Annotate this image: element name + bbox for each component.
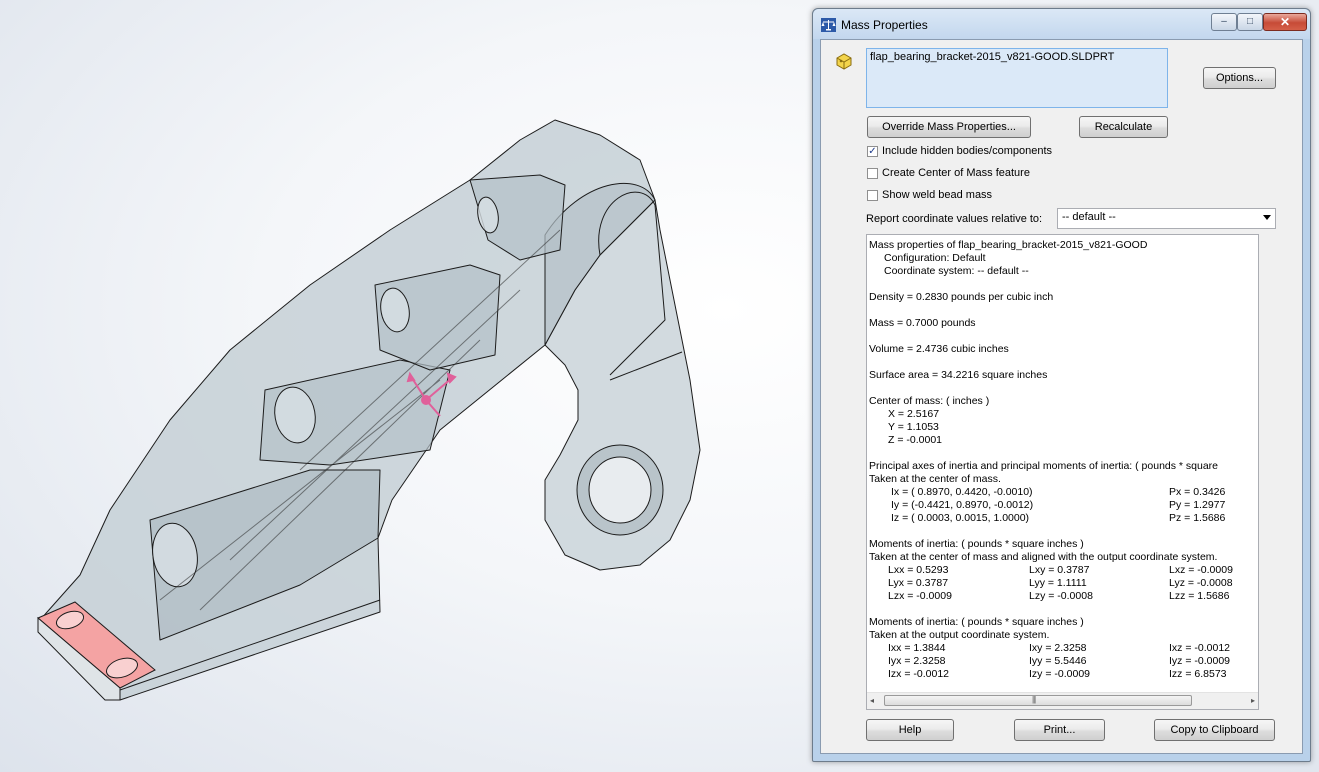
results-iyx: Iyx = 2.3258	[888, 655, 946, 667]
results-lzz: Lzz = 1.5686	[1169, 590, 1230, 602]
results-lxx: Lxx = 0.5293	[888, 564, 949, 576]
include-hidden-label[interactable]: Include hidden bodies/components	[882, 145, 1052, 157]
results-moi-row-2: Lyx = 0.3787 Lyy = 1.1111 Lyz = -0.0008	[869, 577, 1257, 590]
results-principal-row-y: Iy = (-0.4421, 0.8970, -0.0012) Py = 1.2…	[869, 499, 1257, 512]
results-moi2-sub: Taken at the output coordinate system.	[869, 629, 1050, 641]
results-lyz: Lyz = -0.0008	[1169, 577, 1233, 589]
chevron-down-icon[interactable]	[1263, 215, 1271, 220]
results-principal-title: Principal axes of inertia and principal …	[869, 460, 1219, 472]
horizontal-scrollbar[interactable]: ◂ ||| ▸	[867, 692, 1258, 709]
results-ixx: Ixx = 1.3844	[888, 642, 946, 654]
minimize-button[interactable]: –	[1211, 13, 1237, 31]
results-lyy: Lyy = 1.1111	[1029, 577, 1087, 589]
override-mass-properties-button[interactable]: Override Mass Properties...	[867, 116, 1031, 138]
recalculate-button[interactable]: Recalculate	[1079, 116, 1168, 138]
coordinate-system-value: -- default --	[1062, 211, 1116, 223]
scale-icon	[821, 18, 836, 32]
results-text: Mass properties of flap_bearing_bracket-…	[869, 239, 1257, 694]
results-ixz: Ixz = -0.0012	[1169, 642, 1230, 654]
results-izx: Izx = -0.0012	[888, 668, 949, 680]
mass-properties-dialog: Mass Properties – □ ✕ flap_bearing_brack…	[812, 8, 1311, 762]
results-moi-row-3: Lzx = -0.0009 Lzy = -0.0008 Lzz = 1.5686	[869, 590, 1257, 603]
results-header: Mass properties of flap_bearing_bracket-…	[869, 239, 1148, 251]
results-mass: Mass = 0.7000 pounds	[869, 317, 976, 329]
results-lzy: Lzy = -0.0008	[1029, 590, 1093, 602]
options-button[interactable]: Options...	[1203, 67, 1276, 89]
create-com-label[interactable]: Create Center of Mass feature	[882, 167, 1030, 179]
dialog-client-area: flap_bearing_bracket-2015_v821-GOOD.SLDP…	[820, 39, 1303, 754]
results-py: Py = 1.2977	[1169, 499, 1226, 511]
results-moi-row-1: Lxx = 0.5293 Lxy = 0.3787 Lxz = -0.0009	[869, 564, 1257, 577]
results-px: Px = 0.3426	[1169, 486, 1226, 498]
results-volume: Volume = 2.4736 cubic inches	[869, 343, 1009, 355]
results-com-x: X = 2.5167	[888, 408, 940, 420]
dialog-title: Mass Properties	[841, 18, 928, 32]
maximize-button[interactable]: □	[1237, 13, 1263, 31]
dialog-titlebar[interactable]: Mass Properties – □ ✕	[813, 9, 1310, 39]
results-iy: Iy = (-0.4421, 0.8970, -0.0012)	[891, 499, 1034, 511]
copy-to-clipboard-button[interactable]: Copy to Clipboard	[1154, 719, 1275, 741]
help-button[interactable]: Help	[866, 719, 954, 741]
results-moi2-row-2: Iyx = 2.3258 Iyy = 5.5446 Iyz = -0.0009	[869, 655, 1257, 668]
include-hidden-checkbox[interactable]: ✓	[867, 146, 878, 157]
results-iyy: Iyy = 5.5446	[1029, 655, 1087, 667]
results-principal-row-x: Ix = ( 0.8970, 0.4420, -0.0010) Px = 0.3…	[869, 486, 1257, 499]
results-moi2-title: Moments of inertia: ( pounds * square in…	[869, 616, 1084, 628]
results-configuration: Configuration: Default	[884, 252, 986, 264]
results-principal-row-z: Iz = ( 0.0003, 0.0015, 1.0000) Pz = 1.56…	[869, 512, 1257, 525]
results-moi-title: Moments of inertia: ( pounds * square in…	[869, 538, 1084, 550]
mass-properties-results[interactable]: Mass properties of flap_bearing_bracket-…	[866, 234, 1259, 710]
results-com-title: Center of mass: ( inches )	[869, 395, 990, 407]
bracket-part-model[interactable]	[0, 0, 812, 772]
results-coordinate-system: Coordinate system: -- default --	[884, 265, 1029, 277]
coordinate-system-label: Report coordinate values relative to:	[866, 213, 1043, 225]
results-lxy: Lxy = 0.3787	[1029, 564, 1090, 576]
results-principal-sub: Taken at the center of mass.	[869, 473, 1001, 485]
results-ix: Ix = ( 0.8970, 0.4420, -0.0010)	[891, 486, 1033, 498]
scrollbar-grip-icon: |||	[1032, 695, 1036, 704]
selected-items-list[interactable]: flap_bearing_bracket-2015_v821-GOOD.SLDP…	[866, 48, 1168, 108]
selected-file-name[interactable]: flap_bearing_bracket-2015_v821-GOOD.SLDP…	[870, 51, 1114, 63]
results-izz: Izz = 6.8573	[1169, 668, 1227, 680]
create-com-checkbox[interactable]	[867, 168, 878, 179]
results-iyz: Iyz = -0.0009	[1169, 655, 1230, 667]
results-moi2-row-3: Izx = -0.0012 Izy = -0.0009 Izz = 6.8573	[869, 668, 1257, 681]
results-side-strip	[1259, 234, 1276, 710]
show-weld-checkbox[interactable]	[867, 190, 878, 201]
print-button[interactable]: Print...	[1014, 719, 1105, 741]
show-weld-label[interactable]: Show weld bead mass	[882, 189, 992, 201]
results-density: Density = 0.2830 pounds per cubic inch	[869, 291, 1054, 303]
part-icon	[836, 53, 852, 70]
results-pz: Pz = 1.5686	[1169, 512, 1226, 524]
bracket-body	[39, 119, 701, 701]
results-lxz: Lxz = -0.0009	[1169, 564, 1233, 576]
scrollbar-thumb[interactable]: |||	[884, 695, 1192, 706]
results-moi-sub: Taken at the center of mass and aligned …	[869, 551, 1218, 563]
results-moi2-row-1: Ixx = 1.3844 Ixy = 2.3258 Ixz = -0.0012	[869, 642, 1257, 655]
results-izy: Izy = -0.0009	[1029, 668, 1090, 680]
coordinate-system-dropdown[interactable]: -- default --	[1057, 208, 1276, 229]
close-button[interactable]: ✕	[1263, 13, 1307, 31]
scroll-left-icon[interactable]: ◂	[870, 696, 874, 705]
scroll-right-icon[interactable]: ▸	[1251, 696, 1255, 705]
results-lzx: Lzx = -0.0009	[888, 590, 952, 602]
results-com-z: Z = -0.0001	[888, 434, 942, 446]
results-com-y: Y = 1.1053	[888, 421, 939, 433]
results-lyx: Lyx = 0.3787	[888, 577, 949, 589]
results-surface-area: Surface area = 34.2216 square inches	[869, 369, 1048, 381]
results-ixy: Ixy = 2.3258	[1029, 642, 1087, 654]
results-iz: Iz = ( 0.0003, 0.0015, 1.0000)	[891, 512, 1030, 524]
